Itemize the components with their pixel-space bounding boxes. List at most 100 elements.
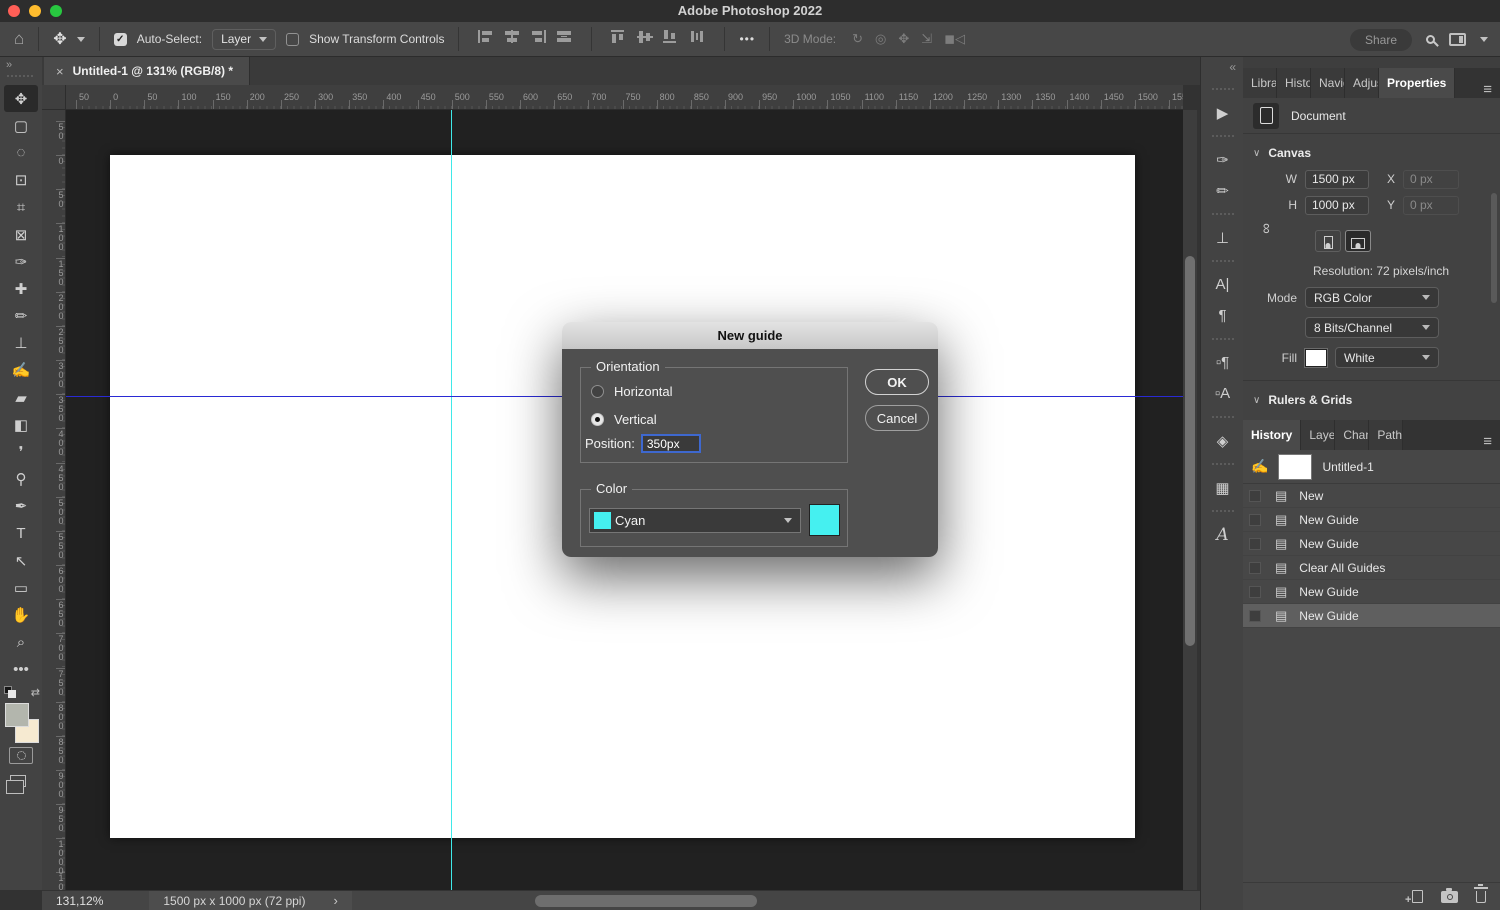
panel-menu-icon[interactable]: ≡ xyxy=(1483,81,1500,98)
position-input[interactable]: 350px xyxy=(641,434,701,453)
default-colors-icon[interactable] xyxy=(4,686,16,698)
move-tool[interactable]: ✥ xyxy=(4,85,38,112)
fill-color-swatch[interactable] xyxy=(1305,349,1327,367)
status-chevron-icon[interactable]: › xyxy=(333,893,337,908)
align-horizontal-centers-icon[interactable] xyxy=(504,30,520,43)
frame-tool[interactable]: ⊠ xyxy=(0,221,42,248)
path-selection-tool[interactable]: ↖ xyxy=(0,547,42,574)
panel-tab[interactable]: Channels xyxy=(1335,420,1369,450)
portrait-orientation-button[interactable] xyxy=(1315,230,1341,252)
vertical-radio-label[interactable]: Vertical xyxy=(614,412,657,427)
fill-dropdown[interactable]: White xyxy=(1335,347,1439,368)
type-tool[interactable]: T xyxy=(0,520,42,547)
y-field[interactable]: 0 px xyxy=(1403,196,1459,215)
history-source-checkbox[interactable] xyxy=(1249,538,1261,550)
gradient-tool[interactable]: ◧ xyxy=(0,411,42,438)
vertical-radio[interactable] xyxy=(591,413,604,426)
blur-tool[interactable]: ❜ xyxy=(0,438,42,465)
width-field[interactable]: 1500 px xyxy=(1305,170,1369,189)
panel-tab[interactable]: Properties xyxy=(1379,68,1455,98)
pan-3d-icon[interactable]: ✥ xyxy=(898,31,909,46)
roll-3d-icon[interactable]: ◎ xyxy=(875,31,886,46)
swap-colors-icon[interactable]: ⇄ xyxy=(31,686,40,699)
panel-tab[interactable]: Libra xyxy=(1243,68,1277,98)
collapse-dock-icon[interactable]: « xyxy=(1229,60,1236,74)
horizontal-scrollbar-thumb[interactable] xyxy=(535,895,757,907)
delete-state-trash-icon[interactable] xyxy=(1476,891,1486,903)
canvas-section-header[interactable]: ∨ Canvas xyxy=(1243,134,1500,166)
actions-panel-icon[interactable]: ▶ xyxy=(1201,97,1244,128)
paragraph-panel-icon[interactable]: ¶ xyxy=(1201,300,1244,331)
brush-tool[interactable]: ✏ xyxy=(0,303,42,330)
vertical-scrollbar-thumb[interactable] xyxy=(1185,256,1195,646)
link-dimensions-icon[interactable]: ∞ xyxy=(1258,223,1275,234)
rectangular-marquee-tool[interactable]: ▢ xyxy=(0,112,42,139)
workspace-switcher-icon[interactable] xyxy=(1449,33,1466,46)
panel-scrollbar-thumb[interactable] xyxy=(1491,193,1497,303)
collapse-toolbar-icon[interactable]: » xyxy=(6,59,12,71)
panel-tab[interactable]: Layers xyxy=(1301,420,1335,450)
x-field[interactable]: 0 px xyxy=(1403,170,1459,189)
new-document-from-state-icon[interactable] xyxy=(1412,890,1423,903)
slide-3d-icon[interactable]: ⇲ xyxy=(921,31,932,46)
history-source-checkbox[interactable] xyxy=(1249,514,1261,526)
panel-tab[interactable]: Navig xyxy=(1311,68,1345,98)
paragraph-styles-panel-icon[interactable]: ▫A xyxy=(1201,378,1244,409)
align-left-edges-icon[interactable] xyxy=(478,30,494,43)
bit-depth-dropdown[interactable]: 8 Bits/Channel xyxy=(1305,317,1439,338)
color-swatch-preview[interactable] xyxy=(809,504,840,536)
character-styles-panel-icon[interactable]: ▫¶ xyxy=(1201,347,1244,378)
align-bottom-edges-icon[interactable] xyxy=(663,30,679,43)
dodge-tool[interactable]: ⚲ xyxy=(0,466,42,493)
vertical-guide-cyan[interactable] xyxy=(451,110,452,890)
spot-healing-brush-tool[interactable]: ✚ xyxy=(0,275,42,302)
vertical-scrollbar[interactable] xyxy=(1183,110,1197,890)
history-source-checkbox[interactable] xyxy=(1249,586,1261,598)
history-source-checkbox[interactable] xyxy=(1249,610,1261,622)
vertical-ruler[interactable]: 5005010015020025030035040045050055060065… xyxy=(42,110,66,890)
dialog-title[interactable]: New guide xyxy=(562,322,938,349)
toolbar-grip[interactable] xyxy=(7,75,33,77)
brush-settings-panel-icon[interactable]: ✏ xyxy=(1201,175,1244,206)
more-options-icon[interactable]: ••• xyxy=(739,32,755,46)
history-state-row[interactable]: ▤ New Guide xyxy=(1243,508,1500,532)
auto-select-target-dropdown[interactable]: Layer xyxy=(212,29,276,50)
glyphs-panel-icon[interactable]: A xyxy=(1201,519,1244,550)
foreground-color-swatch[interactable] xyxy=(5,703,29,727)
history-state-row[interactable]: ▤ New Guide xyxy=(1243,580,1500,604)
eraser-tool[interactable]: ▰ xyxy=(0,384,42,411)
patterns-panel-icon[interactable]: ▦ xyxy=(1201,472,1244,503)
horizontal-ruler[interactable]: 5005010015020025030035040045050055060065… xyxy=(66,85,1183,110)
character-panel-icon[interactable]: A| xyxy=(1201,269,1244,300)
eyedropper-tool[interactable]: ✑ xyxy=(0,248,42,275)
landscape-orientation-button[interactable] xyxy=(1345,230,1371,252)
cancel-button[interactable]: Cancel xyxy=(865,405,929,431)
panel-tab[interactable]: Paths xyxy=(1369,420,1403,450)
dolly-camera-3d-icon[interactable]: ◼◁ xyxy=(944,31,965,46)
auto-select-checkbox[interactable]: ✓ xyxy=(114,33,127,46)
threed-panel-icon[interactable]: ◈ xyxy=(1201,425,1244,456)
history-source-checkbox[interactable] xyxy=(1249,562,1261,574)
orbit-3d-icon[interactable]: ↻ xyxy=(852,31,863,46)
quick-mask-button[interactable] xyxy=(9,747,33,764)
history-brush-tool[interactable]: ✍ xyxy=(0,357,42,384)
horizontal-radio[interactable] xyxy=(591,385,604,398)
panel-tab[interactable]: Histo xyxy=(1277,68,1311,98)
guide-color-dropdown[interactable]: Cyan xyxy=(589,508,801,533)
rectangle-tool[interactable]: ▭ xyxy=(0,574,42,601)
color-mode-dropdown[interactable]: RGB Color xyxy=(1305,287,1439,308)
panel-tab[interactable]: History xyxy=(1243,420,1301,450)
distribute-horizontally-icon[interactable] xyxy=(556,30,572,43)
history-brush-source-icon[interactable]: ✍ xyxy=(1251,458,1268,475)
pen-tool[interactable]: ✒ xyxy=(0,493,42,520)
object-selection-tool[interactable]: ⊡ xyxy=(0,167,42,194)
horizontal-radio-label[interactable]: Horizontal xyxy=(614,384,673,399)
document-dimensions-status[interactable]: 1500 px x 1000 px (72 ppi) › xyxy=(149,891,351,910)
clone-source-panel-icon[interactable]: ⊥ xyxy=(1201,222,1244,253)
brushes-panel-icon[interactable]: ✑ xyxy=(1201,144,1244,175)
history-state-row[interactable]: ▤ New Guide xyxy=(1243,532,1500,556)
distribute-vertically-icon[interactable] xyxy=(689,30,705,43)
height-field[interactable]: 1000 px xyxy=(1305,196,1369,215)
clone-stamp-tool[interactable]: ⊥ xyxy=(0,330,42,357)
lasso-tool[interactable]: ◌ xyxy=(0,139,42,166)
